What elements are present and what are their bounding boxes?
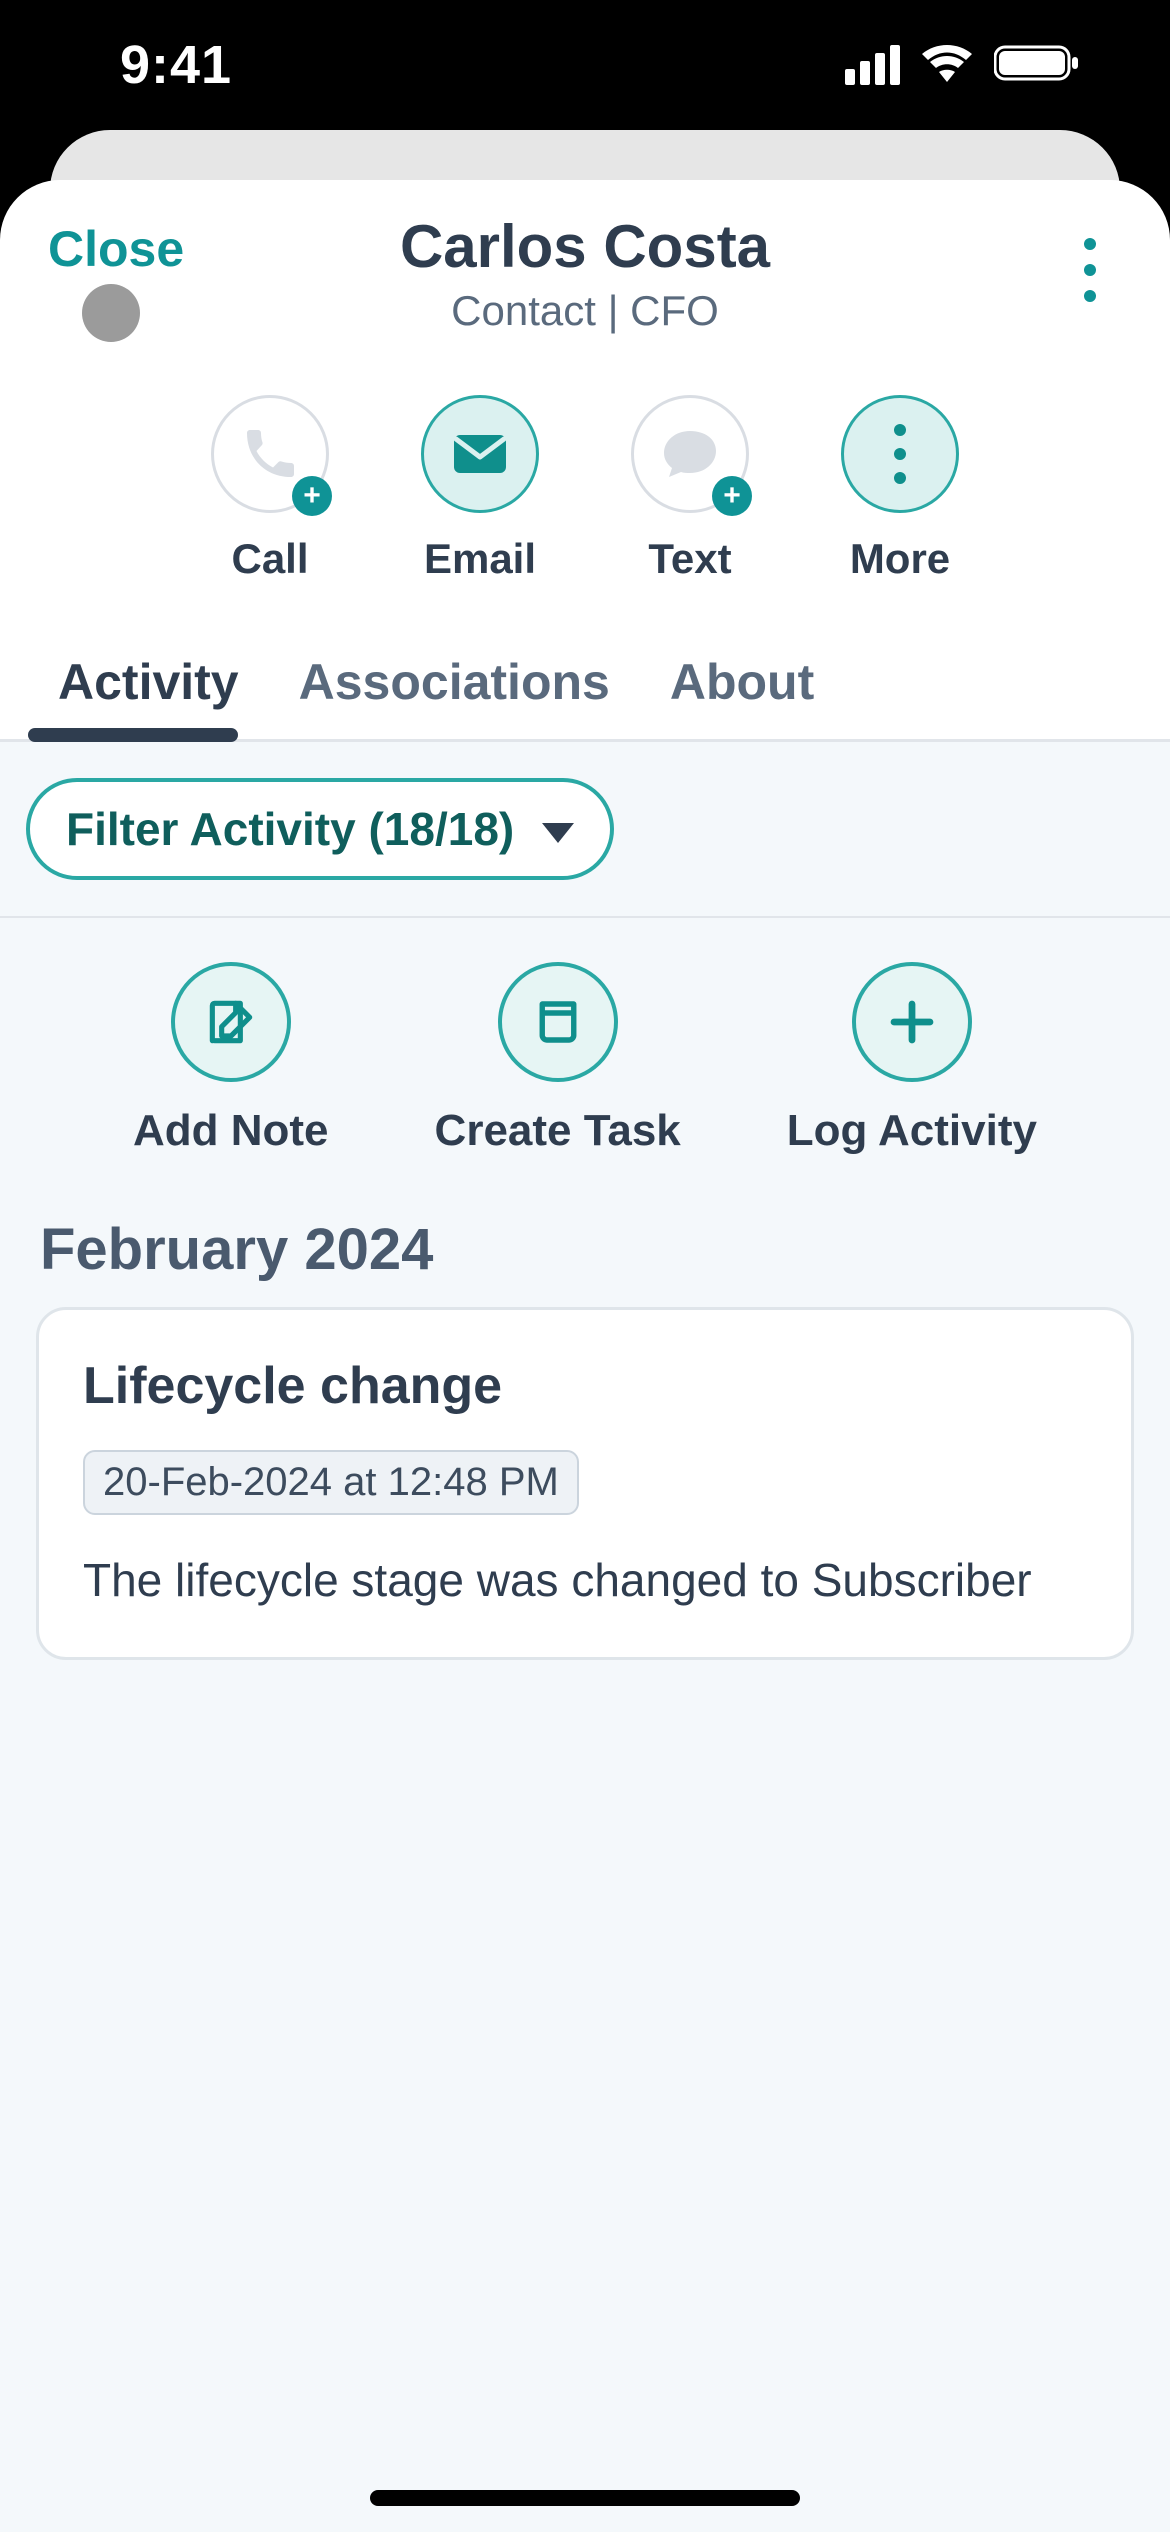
- create-task-button[interactable]: Create Task: [435, 962, 681, 1156]
- more-action[interactable]: More: [841, 395, 959, 583]
- timeline-section-heading: February 2024: [0, 1188, 1170, 1307]
- more-options-button[interactable]: [1060, 220, 1120, 320]
- kebab-dot-icon: [1084, 264, 1096, 276]
- content-scroll[interactable]: Filter Activity (18/18) Add Note Create …: [0, 742, 1170, 2532]
- phone-icon: [240, 424, 300, 484]
- avatar: [82, 284, 140, 342]
- tab-associations[interactable]: Associations: [299, 653, 610, 739]
- filter-label: Filter Activity (18/18): [66, 802, 514, 856]
- chat-icon: [660, 427, 720, 481]
- contact-sheet: Close Carlos Costa Contact | CFO + Call: [0, 180, 1170, 2532]
- log-activity-label: Log Activity: [787, 1106, 1037, 1156]
- close-button[interactable]: Close: [48, 220, 184, 278]
- status-time: 9:41: [120, 34, 232, 96]
- timeline-card[interactable]: Lifecycle change 20-Feb-2024 at 12:48 PM…: [36, 1307, 1134, 1660]
- contact-actions-row: + Call Email + Text: [0, 395, 1170, 583]
- text-action[interactable]: + Text: [631, 395, 749, 583]
- chevron-down-icon: [542, 823, 574, 843]
- log-activity-button[interactable]: Log Activity: [787, 962, 1037, 1156]
- sheet-header: Close Carlos Costa Contact | CFO: [0, 180, 1170, 335]
- plus-icon: [885, 995, 939, 1049]
- text-label: Text: [648, 535, 731, 583]
- battery-icon: [994, 43, 1080, 88]
- call-label: Call: [231, 535, 308, 583]
- card-body: The lifecycle stage was changed to Subsc…: [83, 1549, 1087, 1611]
- note-icon: [203, 994, 259, 1050]
- wifi-icon: [922, 44, 972, 87]
- email-icon: [452, 433, 508, 475]
- status-icons: [845, 43, 1080, 88]
- dot-icon: [894, 472, 906, 484]
- quick-actions-row: Add Note Create Task Log Activity: [0, 918, 1170, 1188]
- add-note-button[interactable]: Add Note: [133, 962, 329, 1156]
- cellular-icon: [845, 45, 900, 85]
- create-task-label: Create Task: [435, 1106, 681, 1156]
- contact-subtitle: Contact | CFO: [40, 287, 1130, 335]
- tab-activity[interactable]: Activity: [58, 653, 239, 739]
- status-bar: 9:41: [0, 0, 1170, 130]
- card-timestamp: 20-Feb-2024 at 12:48 PM: [83, 1450, 579, 1515]
- task-icon: [531, 995, 585, 1049]
- filter-activity-button[interactable]: Filter Activity (18/18): [26, 778, 614, 880]
- more-label: More: [850, 535, 950, 583]
- kebab-dot-icon: [1084, 238, 1096, 250]
- email-label: Email: [424, 535, 536, 583]
- call-action[interactable]: + Call: [211, 395, 329, 583]
- card-title: Lifecycle change: [83, 1356, 1087, 1416]
- email-action[interactable]: Email: [421, 395, 539, 583]
- contact-name: Carlos Costa: [40, 212, 1130, 281]
- home-indicator[interactable]: [370, 2490, 800, 2506]
- plus-badge-icon: +: [292, 476, 332, 516]
- dot-icon: [894, 424, 906, 436]
- dot-icon: [894, 448, 906, 460]
- add-note-label: Add Note: [133, 1106, 329, 1156]
- tab-about[interactable]: About: [670, 653, 814, 739]
- plus-badge-icon: +: [712, 476, 752, 516]
- kebab-dot-icon: [1084, 290, 1096, 302]
- tab-bar: Activity Associations About: [0, 653, 1170, 742]
